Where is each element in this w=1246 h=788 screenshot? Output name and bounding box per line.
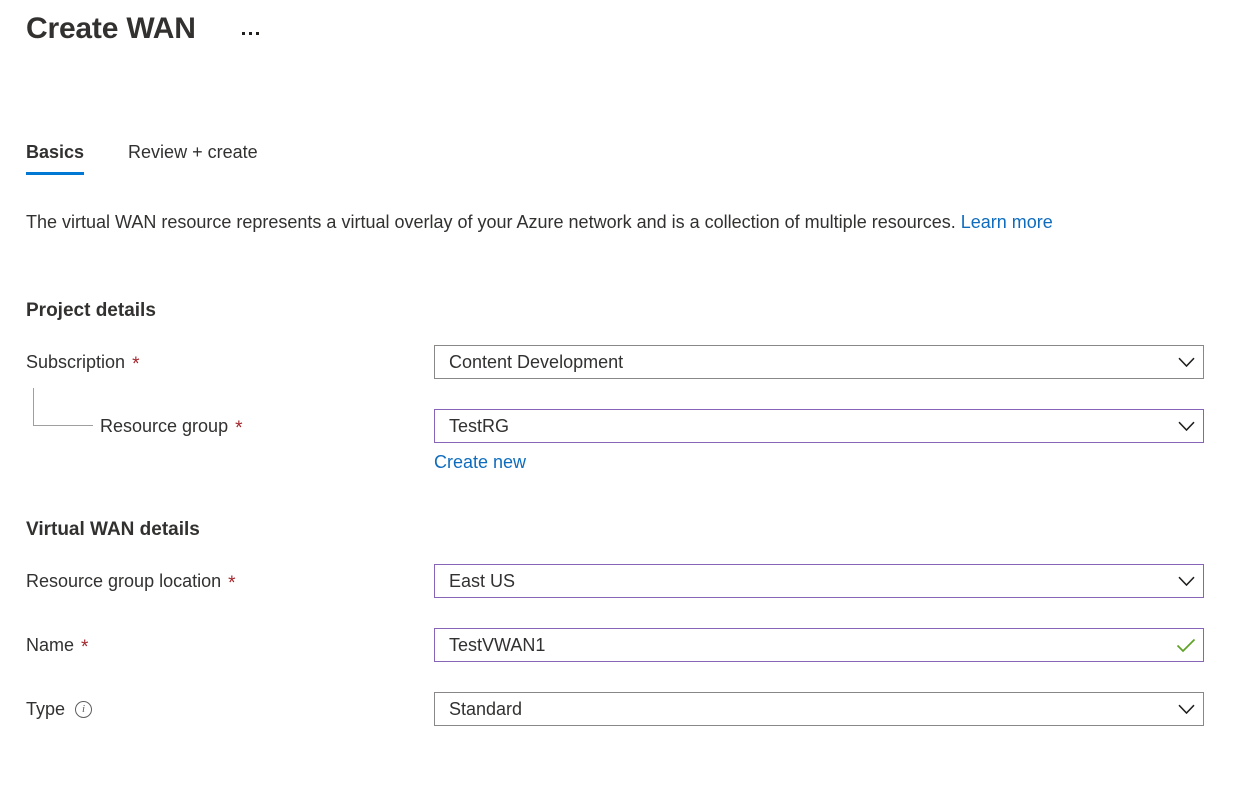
- name-label-text: Name: [26, 635, 75, 655]
- resource-group-location-value: East US: [449, 571, 516, 591]
- resource-group-location-label-text: Resource group location: [26, 571, 222, 591]
- required-asterisk: *: [235, 418, 243, 439]
- tab-basics[interactable]: Basics: [26, 140, 100, 175]
- subscription-label-text: Subscription: [26, 352, 126, 372]
- form-row-subscription: Subscription * Content Development: [26, 344, 1206, 380]
- required-asterisk: *: [228, 573, 236, 594]
- chevron-down-icon: [1169, 421, 1203, 432]
- name-label: Name *: [26, 633, 434, 657]
- chevron-down-icon: [1169, 357, 1203, 368]
- ellipsis-dot: [241, 31, 245, 35]
- resource-group-dropdown[interactable]: TestRG: [434, 409, 1204, 443]
- name-input[interactable]: TestVWAN1: [434, 628, 1204, 662]
- description-body: The virtual WAN resource represents a vi…: [26, 212, 956, 232]
- resource-group-value: TestRG: [449, 416, 510, 436]
- required-asterisk: *: [81, 637, 89, 658]
- tab-review-create[interactable]: Review + create: [114, 140, 274, 175]
- type-label-text: Type: [26, 699, 66, 719]
- section-heading-vwan-details: Virtual WAN details: [26, 519, 200, 540]
- ellipsis-dot: [255, 31, 259, 35]
- subscription-label: Subscription *: [26, 350, 434, 374]
- more-options-button[interactable]: [240, 28, 261, 39]
- page-title: Create WAN: [26, 12, 196, 45]
- required-asterisk: *: [132, 354, 140, 375]
- chevron-down-icon: [1169, 704, 1203, 715]
- create-new-resource-group-link[interactable]: Create new: [434, 450, 526, 474]
- form-row-type: Type i Standard: [26, 691, 1206, 727]
- tab-strip: Basics Review + create: [26, 140, 288, 175]
- section-heading-project-details: Project details: [26, 300, 156, 321]
- type-label: Type i: [26, 697, 434, 721]
- learn-more-link[interactable]: Learn more: [961, 212, 1053, 232]
- form-row-resource-group: Resource group * TestRG: [26, 408, 1206, 444]
- type-value: Standard: [449, 699, 523, 719]
- info-icon[interactable]: i: [75, 700, 93, 718]
- subscription-value: Content Development: [449, 352, 624, 372]
- resource-group-location-dropdown[interactable]: East US: [434, 564, 1204, 598]
- name-value: TestVWAN1: [449, 635, 546, 655]
- checkmark-icon: [1169, 638, 1203, 653]
- chevron-down-icon: [1169, 576, 1203, 587]
- resource-group-label-text: Resource group: [100, 416, 229, 436]
- form-row-name: Name * TestVWAN1: [26, 627, 1206, 663]
- page-header: Create WAN: [0, 0, 261, 58]
- type-dropdown[interactable]: Standard: [434, 692, 1204, 726]
- ellipsis-dot: [248, 31, 252, 35]
- resource-group-location-label: Resource group location *: [26, 569, 434, 593]
- form-row-resource-group-location: Resource group location * East US: [26, 563, 1206, 599]
- resource-group-label: Resource group *: [26, 414, 434, 438]
- subscription-dropdown[interactable]: Content Development: [434, 345, 1204, 379]
- description-text: The virtual WAN resource represents a vi…: [26, 208, 1186, 237]
